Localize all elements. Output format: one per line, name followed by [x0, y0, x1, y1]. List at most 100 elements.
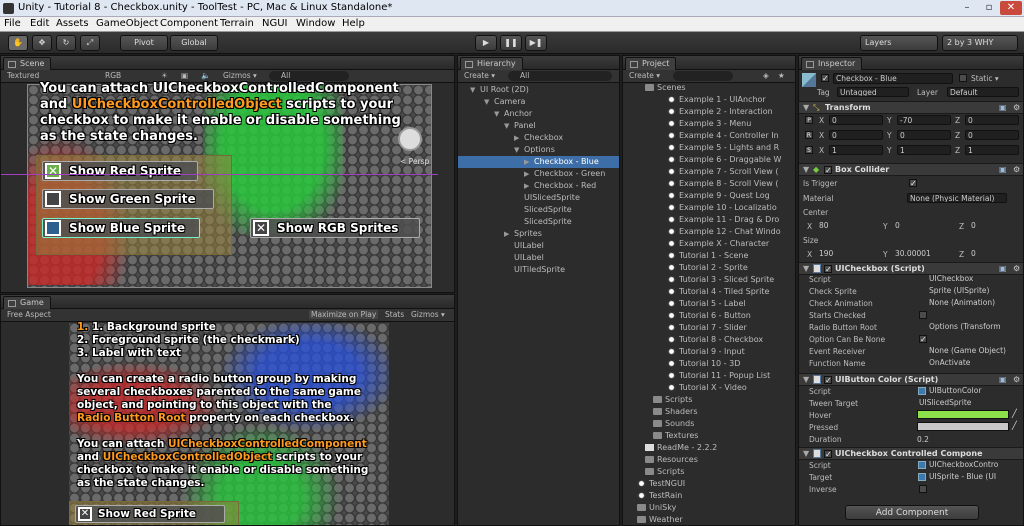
box-collider-header[interactable]: Box Collider [799, 163, 1023, 176]
uibuttoncolor-enabled-checkbox[interactable]: ✓ [824, 376, 832, 385]
scene-item[interactable]: Example 4 - Controller In [623, 130, 795, 142]
project-search-input[interactable] [673, 71, 733, 81]
scale-tool-icon[interactable]: ⤢ [80, 35, 100, 51]
expand-arrow-icon[interactable]: ▼ [494, 108, 504, 120]
menu-ngui[interactable]: NGUI [262, 18, 288, 29]
scene-view[interactable]: You can attach UICheckboxControlledCompo… [1, 81, 438, 288]
scene-item[interactable]: Example 11 - Drag & Dro [623, 214, 795, 226]
eyedropper-icon[interactable]: ╱ [1012, 409, 1017, 418]
gear-icon[interactable]: ⚙ [1013, 375, 1020, 384]
scene-item[interactable]: Example 2 - Interaction [623, 106, 795, 118]
scene-item[interactable]: Tutorial X - Video [623, 382, 795, 394]
collapse-arrow-icon[interactable]: ▶ [514, 132, 524, 144]
transform-pos-z-field[interactable]: 0 [965, 115, 1019, 125]
transform-rot-x-field[interactable]: 0 [829, 130, 883, 140]
game-gizmos-dropdown[interactable]: Gizmos ▾ [411, 310, 445, 319]
is-trigger-checkbox[interactable]: ✓ [909, 179, 917, 188]
transform-scale-x-field[interactable]: 1 [829, 145, 883, 155]
box-center_val-z-field[interactable]: 0 [969, 221, 1023, 231]
show-green-button[interactable]: Show Green Sprite [42, 189, 214, 209]
scene-item[interactable]: Tutorial 7 - Slider [623, 322, 795, 334]
expand-arrow-icon[interactable]: ▼ [803, 375, 809, 384]
play-icon[interactable]: ▶ [475, 35, 497, 51]
scene-item[interactable]: Example 9 - Quest Log [623, 190, 795, 202]
folder-item[interactable]: Textures [623, 430, 795, 442]
scene-item[interactable]: Example 10 - Localizatio [623, 202, 795, 214]
collapse-arrow-icon[interactable]: ▶ [524, 180, 534, 192]
add-component-button[interactable]: Add Component [845, 505, 979, 520]
minimize-button[interactable]: – [956, 1, 978, 15]
gear-icon[interactable]: ⚙ [1013, 165, 1020, 174]
persp-label[interactable]: < Persp [400, 157, 429, 166]
uicheckbox-field-value[interactable]: Options (Transform [917, 322, 1001, 332]
transform-scale-y-field[interactable]: 1 [897, 145, 951, 155]
starts-checked-checkbox[interactable] [919, 311, 927, 319]
project-item[interactable]: TestRain [623, 490, 795, 502]
gear-icon[interactable]: ⚙ [1013, 264, 1020, 273]
scene-gizmo-icon[interactable] [398, 127, 422, 151]
uicheckbox-field-value[interactable]: None (Game Object) [917, 346, 1006, 356]
help-icon[interactable]: ▣ [999, 375, 1007, 384]
menu-edit[interactable]: Edit [30, 18, 49, 29]
uicheckbox-field-value[interactable]: None (Animation) [917, 298, 995, 308]
expand-arrow-icon[interactable]: ▼ [504, 120, 514, 132]
transform-rot-z-field[interactable]: 0 [965, 130, 1019, 140]
hierarchy-item[interactable]: SlicedSprite [458, 216, 619, 228]
active-checkbox[interactable]: ✓ [821, 74, 829, 83]
scene-item[interactable]: Example 1 - UIAnchor [623, 94, 795, 106]
hierarchy-search-input[interactable]: All [508, 71, 612, 81]
box-center_val-x-field[interactable]: 80 [817, 221, 877, 231]
scene-item[interactable]: Example 3 - Menu [623, 118, 795, 130]
tab-project[interactable]: Project [625, 57, 677, 70]
scene-item[interactable]: Tutorial 5 - Label [623, 298, 795, 310]
scene-item[interactable]: Example 5 - Lights and R [623, 142, 795, 154]
lighting-icon[interactable]: ☀ [161, 71, 168, 80]
maximize-on-play-toggle[interactable]: Maximize on Play [309, 310, 379, 319]
folder-item[interactable]: Scripts [623, 394, 795, 406]
static-checkbox[interactable] [959, 74, 967, 82]
object-name-field[interactable]: Checkbox - Blue [833, 73, 953, 84]
scene-search-input[interactable]: All [269, 71, 349, 81]
hierarchy-create-dropdown[interactable]: Create ▾ [464, 71, 495, 80]
expand-arrow-icon[interactable]: ▼ [514, 144, 524, 156]
collapse-arrow-icon[interactable]: ▶ [504, 228, 514, 240]
expand-arrow-icon[interactable]: ▼ [803, 449, 809, 458]
hierarchy-item[interactable]: ▶ Checkbox - Red [458, 180, 619, 192]
expand-arrow-icon[interactable]: ▼ [803, 264, 809, 273]
uibuttoncolor-header[interactable]: UIButton Color (Script) [799, 373, 1023, 386]
help-icon[interactable]: ▣ [999, 103, 1007, 112]
static-dropdown[interactable]: Static ▾ [971, 74, 999, 83]
folder-item[interactable]: Scripts [623, 466, 795, 478]
tab-hierarchy[interactable]: Hierarchy [460, 57, 523, 70]
aspect-dropdown[interactable]: Free Aspect [7, 310, 51, 319]
transform-p-button[interactable]: P [805, 116, 813, 124]
hierarchy-item[interactable]: UILabel [458, 240, 619, 252]
pivot-button[interactable]: Pivot [120, 35, 168, 51]
menu-terrain[interactable]: Terrain [220, 18, 254, 29]
pressed-color-swatch[interactable] [917, 422, 1009, 431]
scene-item[interactable]: Tutorial 9 - Input [623, 346, 795, 358]
scene-item[interactable]: Tutorial 1 - Scene [623, 250, 795, 262]
gizmos-dropdown[interactable]: Gizmos ▾ [223, 71, 257, 80]
layout-dropdown[interactable]: 2 by 3 WHY [942, 35, 1018, 51]
expand-arrow-icon[interactable]: ▼ [803, 103, 809, 112]
uicheckbox-field-value[interactable]: OnActivate [917, 358, 970, 368]
tab-game[interactable]: Game [3, 296, 51, 309]
scene-item[interactable]: Tutorial 2 - Sprite [623, 262, 795, 274]
transform-scale-z-field[interactable]: 1 [965, 145, 1019, 155]
transform-rot-y-field[interactable]: 0 [897, 130, 951, 140]
bc-script-field[interactable]: UIButtonColor [917, 386, 981, 396]
help-icon[interactable]: ▣ [999, 165, 1007, 174]
hierarchy-item[interactable]: SlicedSprite [458, 204, 619, 216]
layers-dropdown[interactable]: Layers [860, 35, 938, 51]
maximize-button[interactable]: ▫ [978, 1, 1000, 15]
menu-gameobject[interactable]: GameObject [96, 18, 158, 29]
audio-icon[interactable]: 🔈 [201, 71, 210, 80]
help-icon[interactable]: ▣ [999, 264, 1007, 273]
controlled-enabled-checkbox[interactable]: ✓ [824, 450, 832, 459]
scene-item[interactable]: Example 8 - Scroll View ( [623, 178, 795, 190]
hierarchy-item[interactable]: ▶ Checkbox - Green [458, 168, 619, 180]
uicheckbox-field-value[interactable]: UICheckbox [917, 274, 973, 284]
menu-component[interactable]: Component [160, 18, 218, 29]
tab-inspector[interactable]: Inspector [801, 57, 863, 70]
